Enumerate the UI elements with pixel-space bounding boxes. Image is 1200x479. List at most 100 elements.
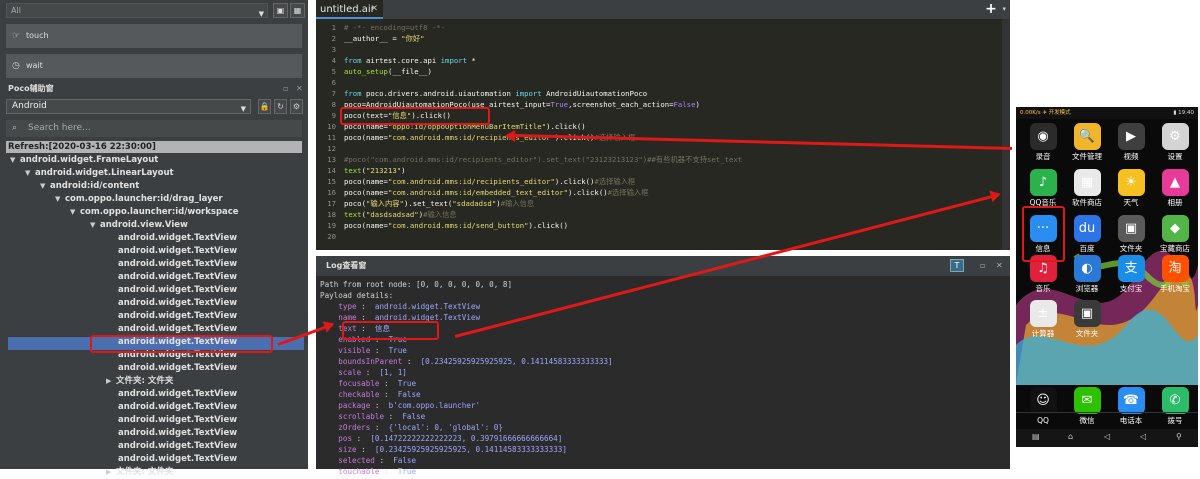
tree-node-label: android.widget.LinearLayout	[35, 168, 174, 178]
home-icon[interactable]: ⌂	[1068, 432, 1073, 441]
tree-node[interactable]: ▶ 文件夹: 文件夹	[106, 375, 173, 388]
tree-node[interactable]: ▶ 文件夹: 文件夹	[106, 466, 173, 479]
filter-dropdown[interactable]: All ▼	[6, 3, 268, 18]
tree-node[interactable]: ▼ com.oppo.launcher:id/workspace	[70, 206, 239, 219]
code-line[interactable]: text("dasdsadsad")#输入信息	[344, 209, 457, 220]
log-line: focusable : True	[338, 379, 417, 388]
restore-icon[interactable]: ▫	[980, 256, 985, 276]
close-icon[interactable]: ✕	[296, 82, 303, 96]
tree-node[interactable]: android.widget.TextView	[118, 427, 237, 440]
code-line[interactable]: __author__ = "你好"	[344, 33, 425, 44]
menu-icon[interactable]: ▤	[1032, 432, 1040, 441]
app-settings[interactable]: ⚙ 设置	[1157, 123, 1193, 169]
code-line[interactable]: poco("输入内容").set_text("sdadadsd")#输入信息	[344, 198, 534, 209]
collapse-arrow-icon[interactable]: ▶	[106, 466, 116, 479]
code-line[interactable]: auto_setup(__file__)	[344, 66, 432, 77]
app-folder[interactable]: ▣ 文件夹	[1069, 300, 1105, 346]
search-icon[interactable]: ⚲	[1176, 432, 1182, 441]
editor-scrollbar[interactable]	[1002, 19, 1010, 250]
collapse-arrow-icon[interactable]: ▶	[106, 375, 116, 388]
close-icon[interactable]: ✕	[996, 256, 1003, 276]
tree-node-label: android.widget.TextView	[118, 324, 238, 334]
tree-node[interactable]: android.widget.TextView	[118, 414, 237, 427]
app-wechat[interactable]: ✉ 微信	[1069, 387, 1105, 433]
tree-node[interactable]: android.widget.TextView	[118, 401, 237, 414]
tree-node[interactable]: android.widget.TextView	[118, 297, 237, 310]
touch-label: touch	[26, 31, 49, 40]
tree-node[interactable]: android.widget.TextView	[118, 440, 237, 453]
tree-node[interactable]: ▼ android.view.View	[90, 219, 188, 232]
screenshot-icon[interactable]: ▦	[290, 3, 305, 18]
taobao-icon: 淘	[1161, 255, 1189, 282]
expand-arrow-icon[interactable]: ▼	[25, 167, 35, 180]
expand-arrow-icon[interactable]: ▼	[10, 154, 20, 167]
tree-node[interactable]: android.widget.TextView	[118, 271, 237, 284]
app-video[interactable]: ▶ 视频	[1113, 123, 1149, 169]
tree-node[interactable]: android.widget.TextView	[118, 453, 237, 466]
code-line[interactable]: from airtest.core.api import *	[344, 55, 476, 66]
app-contacts[interactable]: ☎ 电话本	[1113, 387, 1149, 433]
refresh-label: Refresh:[2020-03-16 22:30:00]	[6, 141, 302, 153]
close-tab-icon[interactable]: ✕	[370, 0, 378, 19]
tree-node-label: android.widget.TextView	[118, 298, 238, 308]
settings-icon[interactable]: ⚙	[290, 99, 303, 114]
add-tab-icon[interactable]: +	[984, 2, 998, 16]
tree-node[interactable]: ▼ android.widget.FrameLayout	[10, 154, 158, 167]
tree-node[interactable]: android.widget.TextView	[118, 388, 237, 401]
refresh-icon[interactable]: ↻	[274, 99, 287, 114]
code-line[interactable]: text("213213")	[344, 165, 406, 176]
back-icon[interactable]: ◁	[1104, 432, 1110, 441]
app-calculator[interactable]: ± 计算器	[1025, 300, 1061, 346]
expand-arrow-icon[interactable]: ▼	[40, 180, 50, 193]
app-file-manager[interactable]: 🔍 文件管理	[1069, 123, 1105, 169]
tree-node-label: android:id/content	[50, 181, 140, 191]
tree-node-label: android.widget.TextView	[118, 415, 238, 425]
log-line: size : [0.23425925925925925, 0.141145833…	[338, 445, 567, 454]
expand-arrow-icon[interactable]: ▼	[70, 206, 80, 219]
app-label: 软件商店	[1072, 198, 1102, 207]
app-taobao[interactable]: 淘手机淘宝	[1157, 255, 1193, 301]
search-input[interactable]: ⌕ Search here...	[6, 120, 302, 137]
lock-icon[interactable]: 🔒	[258, 99, 271, 114]
line-number: 8	[331, 100, 336, 109]
tab-untitled[interactable]: untitled.air ✕	[316, 0, 383, 19]
app-browser[interactable]: ◐ 浏览器	[1069, 255, 1105, 301]
app-label: 文件夹	[1075, 329, 1099, 338]
code-line[interactable]: # -*- encoding=utf8 -*-	[344, 22, 445, 33]
code-line[interactable]: poco(name="com.android.mms:id/embedded_t…	[344, 187, 649, 198]
tree-node[interactable]: ▼ android.widget.LinearLayout	[25, 167, 174, 180]
code-line[interactable]: #poco("com.android.mms:id/recipients_edi…	[344, 154, 742, 165]
record-icon[interactable]: ▣	[273, 3, 288, 18]
tree-node-label: android.widget.TextView	[118, 285, 238, 295]
tree-node[interactable]: android.widget.TextView	[118, 232, 237, 245]
code-line[interactable]: poco(name="com.android.mms:id/recipients…	[344, 176, 635, 187]
app-weather[interactable]: ☀ 天气	[1113, 169, 1149, 215]
tree-node[interactable]: ▼ android:id/content	[40, 180, 139, 193]
tree-node[interactable]: android.widget.TextView	[118, 258, 237, 271]
app-gallery[interactable]: ▲ 相册	[1157, 169, 1193, 215]
app-recorder[interactable]: ◉ 录音	[1025, 123, 1061, 169]
tree-node[interactable]: android.widget.TextView	[118, 245, 237, 258]
device-screen[interactable]: 0.00K/s ✈ 开发模式 ▮ 19:40 ◉ 录音 🔍 文件管理 ▶ 视频 ⚙ 设置 ♪ QQ…	[1016, 107, 1198, 447]
app-alipay[interactable]: 支支付宝	[1113, 255, 1149, 301]
touch-button[interactable]: ☞ touch	[6, 24, 302, 48]
restore-icon[interactable]: ▫	[283, 82, 288, 96]
tree-node[interactable]: android.widget.TextView	[118, 362, 237, 375]
browser-icon: ◐	[1073, 255, 1101, 282]
tree-node[interactable]: android.widget.TextView	[118, 284, 237, 297]
app-qq[interactable]: ☺ QQ	[1025, 387, 1061, 433]
chevron-down-icon: ▼	[240, 105, 246, 113]
expand-arrow-icon[interactable]: ▼	[90, 219, 100, 232]
expand-arrow-icon[interactable]: ▼	[55, 193, 65, 206]
platform-select[interactable]: Android ▼	[6, 99, 251, 114]
chevron-down-icon[interactable]: ▾	[1002, 5, 1006, 13]
tree-node[interactable]: ▼ com.oppo.launcher:id/drag_layer	[55, 193, 223, 206]
wait-button[interactable]: ◷ wait	[6, 54, 302, 78]
app-dialer[interactable]: ✆ 拨号	[1157, 387, 1193, 433]
code-line[interactable]: from poco.drivers.android.uiautomation i…	[344, 88, 647, 99]
code-line[interactable]: poco(name="com.android.mms:id/send_butto…	[344, 220, 568, 231]
back-icon[interactable]: ◁	[1140, 432, 1146, 441]
app-app-store[interactable]: ▦ 软件商店	[1069, 169, 1105, 215]
tree-node[interactable]: android.widget.TextView	[118, 310, 237, 323]
filter-icon[interactable]: T	[950, 259, 964, 272]
